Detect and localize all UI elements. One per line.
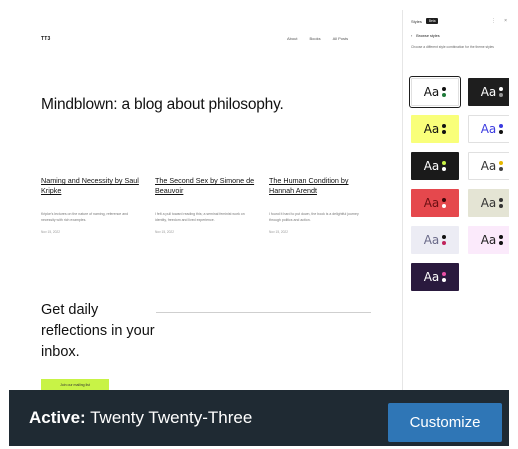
swatch-sample-text: Aa <box>423 122 440 136</box>
panel-description: Choose a different style combination for… <box>411 45 494 49</box>
swatch-sample-text: Aa <box>480 233 497 247</box>
nav-item-about[interactable]: About <box>287 36 297 41</box>
swatch-sample-text: Aa <box>480 159 497 173</box>
swatch-color-dots <box>442 235 447 245</box>
swatch-color-dots <box>442 161 447 171</box>
post-title[interactable]: The Human Condition by Hannah Arendt <box>269 176 369 196</box>
cta-divider <box>156 312 371 313</box>
swatch-color-dot <box>442 124 447 129</box>
hero-title: Mindblown: a blog about philosophy. <box>41 96 284 113</box>
active-prefix: Active: <box>29 408 86 427</box>
post-date: Nov 15, 2022 <box>155 230 174 234</box>
swatch-color-dot <box>499 203 504 208</box>
post-excerpt: I felt a pull toward reading this; a sem… <box>155 212 245 222</box>
swatch-sample-text: Aa <box>423 159 440 173</box>
style-swatch[interactable]: Aa <box>468 78 509 106</box>
swatch-sample-text: Aa <box>480 85 497 99</box>
swatch-color-dot <box>442 166 447 171</box>
back-chevron-icon[interactable]: ‹ <box>411 34 412 38</box>
swatch-color-dot <box>442 198 447 203</box>
swatch-color-dots <box>442 124 447 134</box>
beta-badge: Beta <box>425 18 439 24</box>
theme-footer: Active: Twenty Twenty-Three Customize <box>9 390 509 446</box>
swatch-color-dot <box>442 92 447 97</box>
swatch-color-dots <box>499 87 504 97</box>
swatch-sample-text: Aa <box>423 196 440 210</box>
swatch-color-dots <box>499 161 504 171</box>
swatch-color-dot <box>499 87 504 92</box>
swatch-color-dot <box>499 166 504 171</box>
swatch-color-dot <box>499 240 504 245</box>
nav-item-books[interactable]: Books <box>309 36 320 41</box>
post-excerpt: Kripke's lectures on the nature of namin… <box>41 212 129 222</box>
swatch-color-dot <box>499 161 504 166</box>
swatch-color-dot <box>499 92 504 97</box>
swatch-color-dots <box>499 124 504 134</box>
swatch-color-dots <box>442 87 447 97</box>
style-swatch[interactable]: Aa <box>468 189 509 217</box>
post-date: Nov 15, 2022 <box>41 230 60 234</box>
style-swatch[interactable]: Aa <box>411 263 459 291</box>
style-swatch[interactable]: Aa <box>409 76 461 108</box>
swatch-sample-text: Aa <box>480 196 497 210</box>
active-theme-label: Active: Twenty Twenty-Three <box>29 408 252 428</box>
panel-title: Styles <box>411 18 422 24</box>
post-list: Naming and Necessity by Saul Kripke Krip… <box>41 176 381 234</box>
post-excerpt: I found it hard to put down, the book is… <box>269 212 359 222</box>
swatch-sample-text: Aa <box>423 233 440 247</box>
swatch-color-dot <box>442 272 447 277</box>
swatch-color-dot <box>442 161 447 166</box>
swatch-color-dot <box>499 124 504 129</box>
swatch-sample-text: Aa <box>423 270 440 284</box>
swatch-color-dot <box>442 203 447 208</box>
post-item: The Second Sex by Simone de Beauvoir I f… <box>155 176 255 234</box>
style-swatch[interactable]: Aa <box>411 189 459 217</box>
swatch-color-dot <box>442 235 447 240</box>
theme-name: Twenty Twenty-Three <box>90 408 253 427</box>
swatch-sample-text: Aa <box>423 85 440 99</box>
swatch-color-dot <box>499 235 504 240</box>
cta-heading: Get daily reflections in your inbox. <box>41 302 155 360</box>
style-swatch[interactable]: Aa <box>468 152 509 180</box>
post-item: Naming and Necessity by Saul Kripke Krip… <box>41 176 141 234</box>
post-title[interactable]: The Second Sex by Simone de Beauvoir <box>155 176 255 196</box>
style-swatch-grid: Aa Aa Aa Aa Aa Aa Aa Aa Aa Aa Aa <box>409 76 509 291</box>
swatch-color-dot <box>442 277 447 282</box>
swatch-color-dot <box>442 129 447 134</box>
styles-panel: Styles Beta ⋮ × ‹ Browse styles Choose a… <box>403 10 509 390</box>
nav-item-all-posts[interactable]: All Posts <box>333 36 349 41</box>
site-title: TT3 <box>41 36 51 42</box>
post-item: The Human Condition by Hannah Arendt I f… <box>269 176 369 234</box>
close-icon[interactable]: × <box>504 18 507 24</box>
style-swatch[interactable]: Aa <box>468 226 509 254</box>
swatch-color-dots <box>442 272 447 282</box>
cta-button[interactable]: Join our mailing list <box>41 379 109 390</box>
more-options-icon[interactable]: ⋮ <box>491 18 496 24</box>
site-nav: About Books All Posts <box>287 36 348 41</box>
swatch-color-dot <box>442 240 447 245</box>
swatch-color-dots <box>499 198 504 208</box>
customize-button[interactable]: Customize <box>388 403 502 442</box>
style-swatch[interactable]: Aa <box>411 226 459 254</box>
site-preview: TT3 About Books All Posts Mindblown: a b… <box>9 10 402 390</box>
theme-preview: TT3 About Books All Posts Mindblown: a b… <box>9 10 509 390</box>
swatch-color-dots <box>499 235 504 245</box>
swatch-color-dot <box>499 129 504 134</box>
post-title[interactable]: Naming and Necessity by Saul Kripke <box>41 176 141 196</box>
swatch-color-dot <box>499 198 504 203</box>
style-swatch[interactable]: Aa <box>411 152 459 180</box>
style-swatch[interactable]: Aa <box>411 115 459 143</box>
browse-styles-title: Browse styles <box>416 34 440 38</box>
swatch-sample-text: Aa <box>480 122 497 136</box>
panel-header: Styles Beta ⋮ × <box>411 15 507 27</box>
post-date: Nov 15, 2022 <box>269 230 288 234</box>
browse-styles-header: ‹ Browse styles <box>411 34 440 38</box>
style-swatch[interactable]: Aa <box>468 115 509 143</box>
swatch-color-dot <box>442 87 447 92</box>
swatch-color-dots <box>442 198 447 208</box>
